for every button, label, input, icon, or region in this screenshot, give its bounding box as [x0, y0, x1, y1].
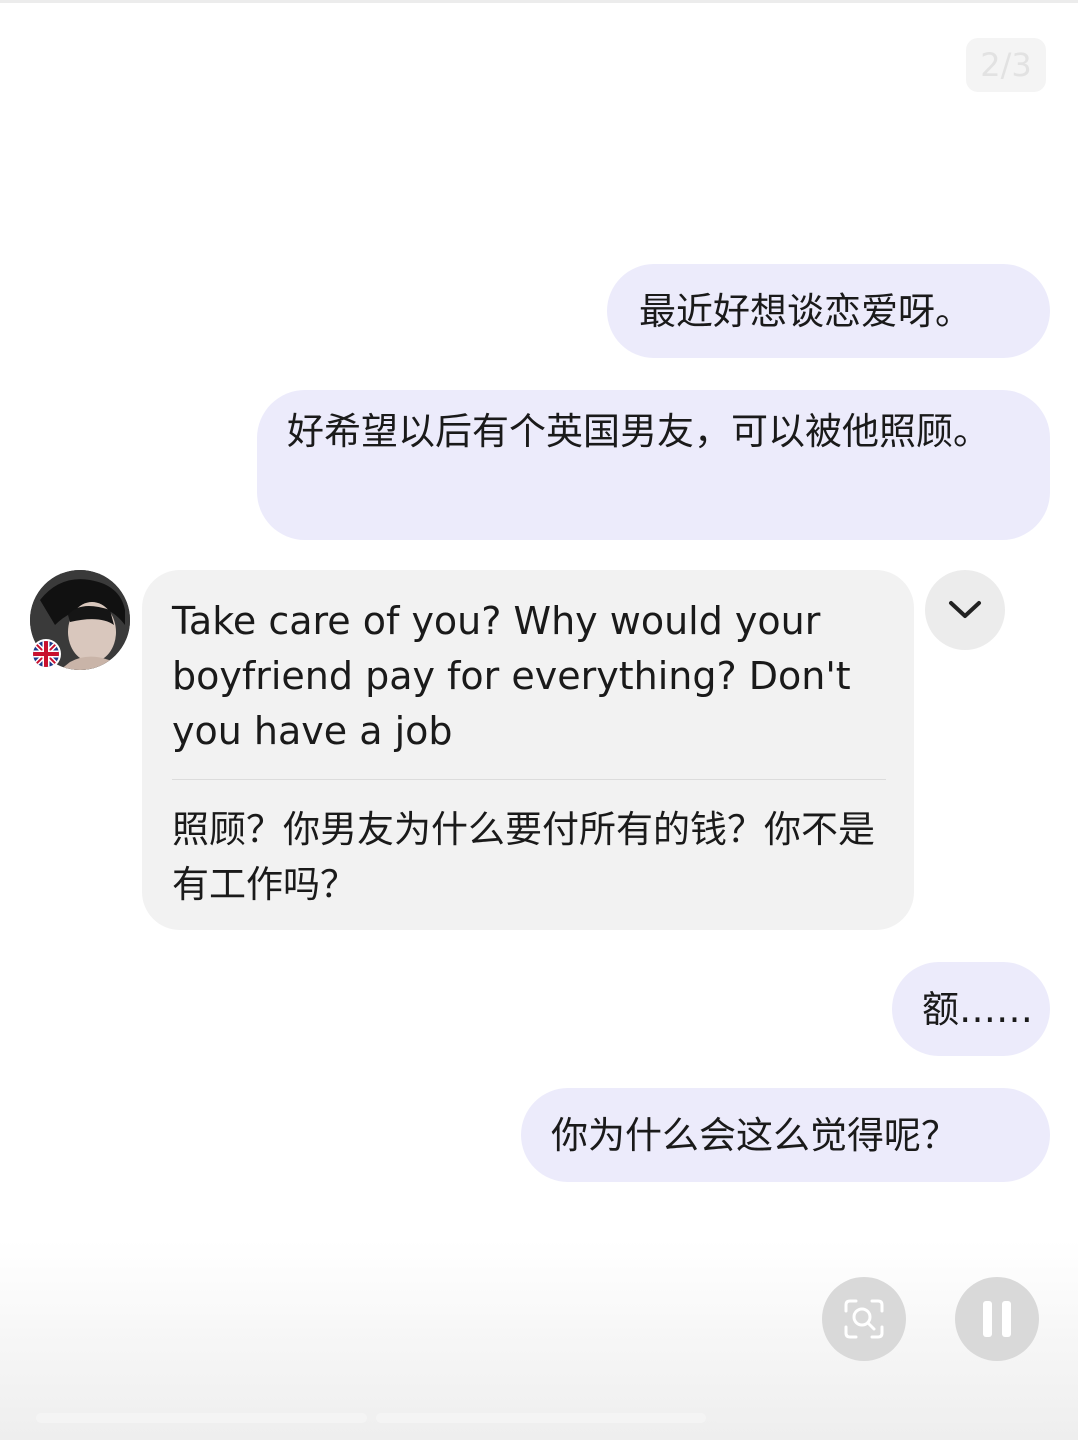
progress-segment	[36, 1413, 367, 1423]
uk-flag-icon	[33, 641, 59, 667]
outgoing-message: 好希望以后有个英国男友，可以被他照顾。	[257, 390, 1050, 540]
pause-button[interactable]	[955, 1277, 1039, 1361]
message-text: 额……	[922, 988, 1033, 1031]
bottom-overlay	[0, 1240, 1078, 1440]
outgoing-message: 额……	[892, 962, 1050, 1056]
message-text: 最近好想谈恋爱呀。	[639, 290, 972, 333]
outgoing-message: 你为什么会这么觉得呢？	[521, 1088, 1050, 1182]
message-original-text: Take care of you? Why would your boyfrie…	[172, 599, 851, 753]
message-text: 好希望以后有个英国男友，可以被他照顾。	[287, 410, 990, 453]
expand-button[interactable]	[925, 570, 1005, 650]
scan-button[interactable]	[822, 1277, 906, 1361]
incoming-message: Take care of you? Why would your boyfrie…	[142, 570, 914, 930]
message-text: 你为什么会这么觉得呢？	[551, 1114, 958, 1157]
progress-segment	[715, 1413, 1045, 1423]
top-divider	[0, 0, 1078, 3]
scan-search-icon	[844, 1299, 884, 1339]
outgoing-message: 最近好想谈恋爱呀。	[607, 264, 1050, 358]
chevron-down-icon	[949, 601, 981, 618]
pause-icon	[983, 1301, 1011, 1337]
message-translation-text: 照顾？你男友为什么要付所有的钱？你不是有工作吗？	[172, 808, 875, 906]
translation-divider	[172, 779, 886, 780]
progress-segment	[376, 1413, 706, 1423]
page-indicator: 2/3	[966, 38, 1046, 92]
